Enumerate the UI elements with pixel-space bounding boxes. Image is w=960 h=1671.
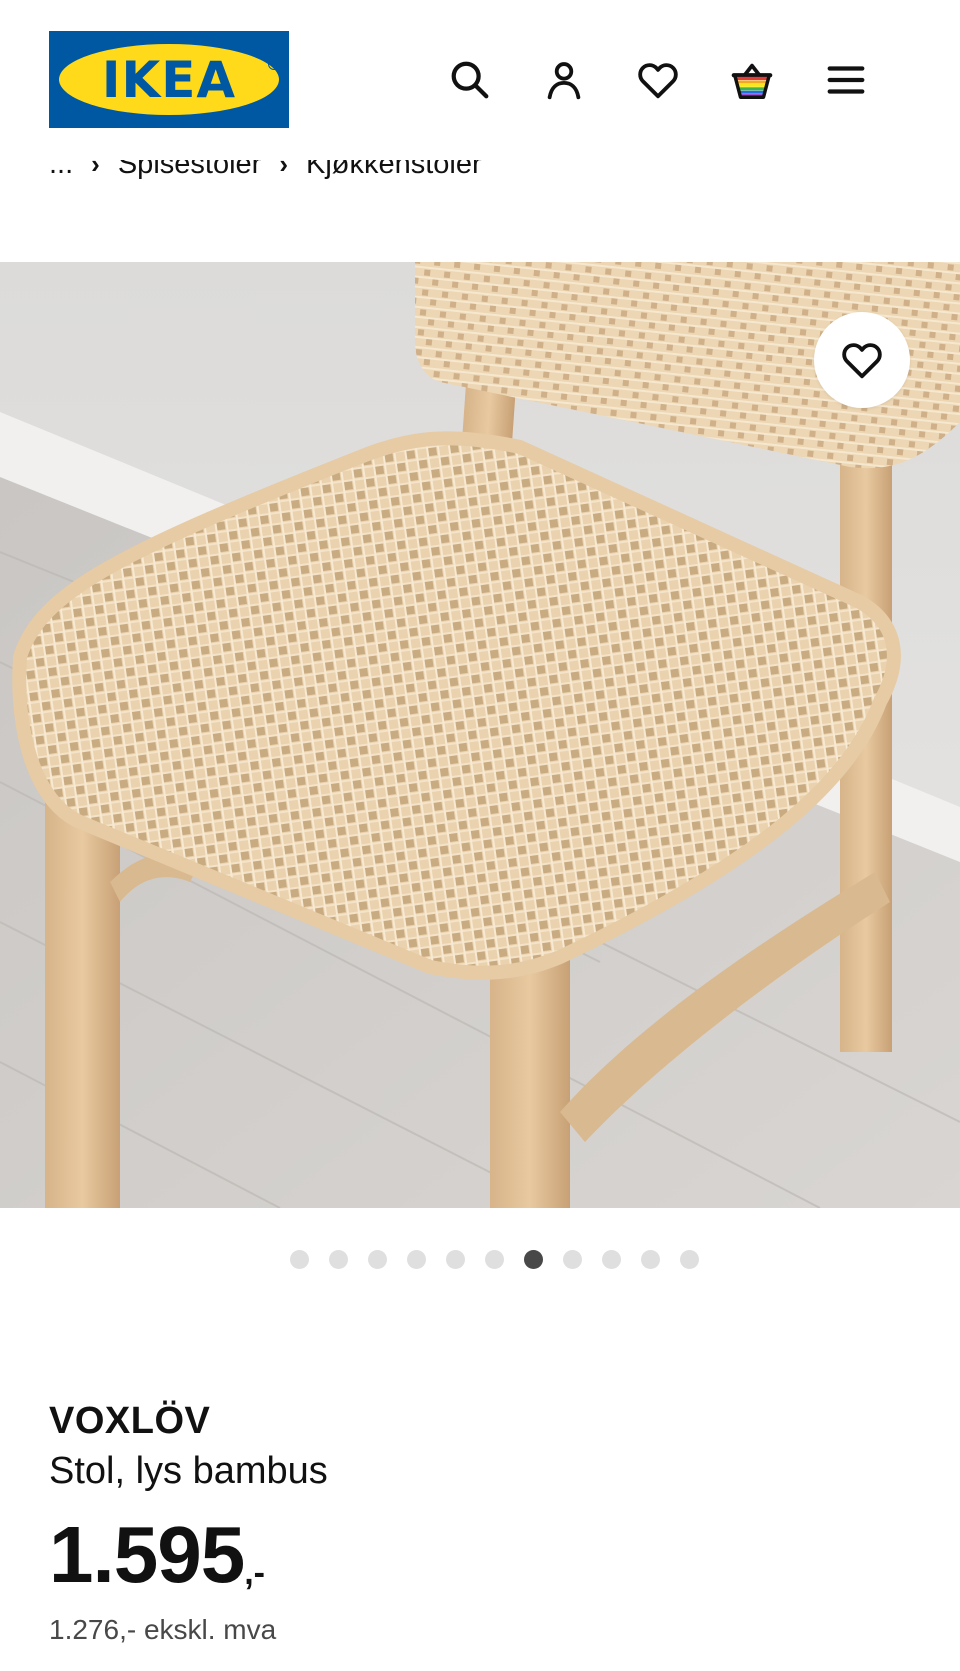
carousel-dot[interactable] (601, 1250, 621, 1269)
basket-icon (731, 63, 773, 99)
site-header: IKEA R (0, 0, 960, 160)
carousel-dot[interactable] (406, 1250, 426, 1269)
carousel-dot[interactable] (484, 1250, 504, 1269)
add-to-favourites-button[interactable] (814, 312, 910, 408)
chevron-right-icon: › (91, 160, 100, 179)
carousel-dot[interactable] (289, 1250, 309, 1269)
logo-text: IKEA (101, 50, 237, 109)
breadcrumb-item-spisestoler[interactable]: Spisestoler (118, 160, 261, 181)
carousel-dot[interactable] (367, 1250, 387, 1269)
carousel-dot[interactable] (640, 1250, 660, 1269)
carousel-dot[interactable] (523, 1250, 543, 1269)
search-button[interactable] (442, 52, 498, 108)
chevron-right-icon: › (279, 160, 288, 179)
product-name: VOXLÖV (49, 1400, 211, 1442)
favourites-button[interactable] (630, 52, 686, 108)
price-amount: 1.595 (49, 1510, 245, 1599)
product-description: Stol, lys bambus (49, 1450, 328, 1492)
basket-button[interactable] (724, 52, 780, 108)
carousel-dot[interactable] (679, 1250, 699, 1269)
carousel-dot[interactable] (445, 1250, 465, 1269)
product-price: 1.595 ,- (49, 1515, 265, 1595)
search-icon (451, 61, 489, 99)
breadcrumb-ellipsis[interactable]: ... (49, 160, 73, 181)
product-image[interactable] (0, 262, 960, 1208)
menu-button[interactable] (818, 52, 874, 108)
chair-photo (0, 262, 960, 1208)
breadcrumb: ... › Spisestoler › Kjøkkenstoler (49, 160, 849, 198)
ikea-logo[interactable]: IKEA R (49, 31, 289, 128)
image-carousel-dots (0, 1250, 960, 1269)
heart-icon (842, 343, 882, 379)
carousel-dot[interactable] (328, 1250, 348, 1269)
carousel-dot[interactable] (562, 1250, 582, 1269)
heart-icon (638, 63, 678, 99)
menu-icon (827, 66, 865, 94)
account-icon (547, 62, 581, 100)
breadcrumb-item-kjokkenstoler[interactable]: Kjøkkenstoler (306, 160, 482, 181)
price-suffix: ,- (244, 1554, 265, 1592)
account-button[interactable] (536, 52, 592, 108)
price-excluding-vat: 1.276,- ekskl. mva (49, 1614, 277, 1645)
registered-mark: R (268, 58, 280, 70)
